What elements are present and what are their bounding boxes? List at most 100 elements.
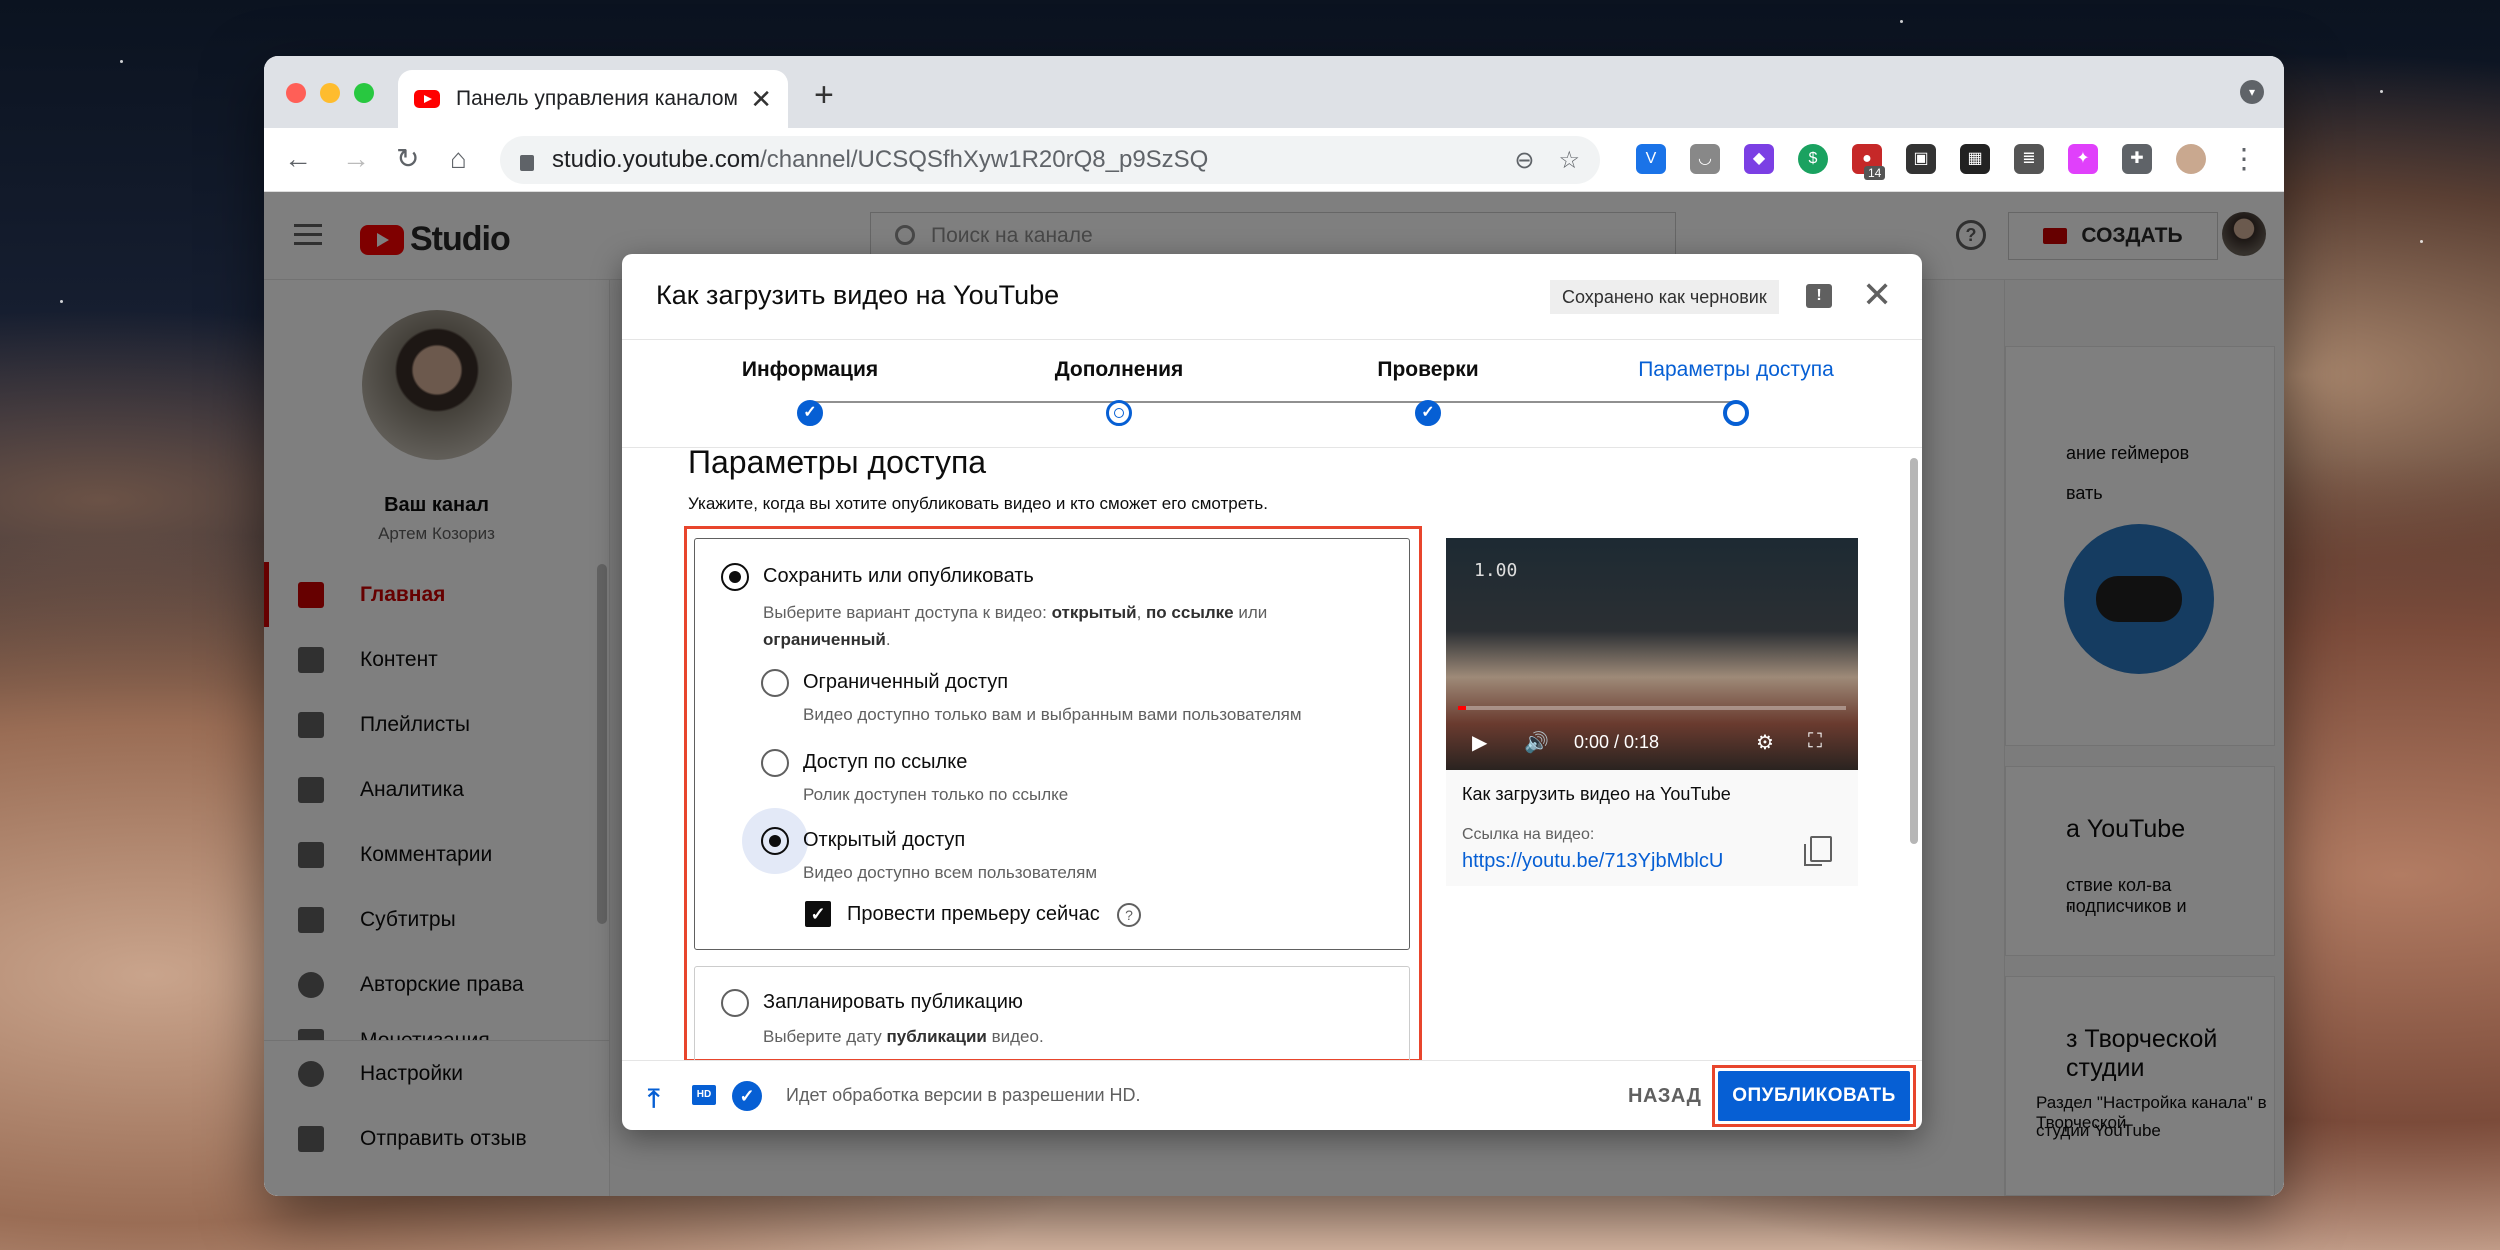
- fullscreen-icon[interactable]: ⛶: [1808, 730, 1822, 753]
- pocket-extension-icon[interactable]: ◡: [1690, 144, 1720, 174]
- step-circle-icon: [1106, 400, 1132, 426]
- save-or-publish-option[interactable]: Сохранить или опубликовать Выберите вари…: [694, 538, 1410, 950]
- close-icon[interactable]: ✕: [1862, 274, 1892, 316]
- step-label: Параметры доступа: [1638, 358, 1834, 381]
- profile-avatar[interactable]: [2176, 144, 2206, 174]
- video-link[interactable]: https://youtu.be/713YjbMblcU: [1462, 850, 1723, 873]
- save-publish-radio[interactable]: [721, 563, 749, 591]
- video-link-label: Ссылка на видео:: [1462, 826, 1595, 843]
- option-label: Сохранить или опубликовать: [763, 565, 1034, 587]
- bookmark-star-icon[interactable]: ☆: [1558, 146, 1580, 175]
- feedback-icon[interactable]: !: [1806, 284, 1832, 308]
- unlisted-label: Доступ по ссылке: [803, 751, 968, 773]
- tab-bar: Панель управления каналом ✕ + ▾: [264, 56, 2284, 128]
- check-icon: ✓: [732, 1081, 762, 1111]
- schedule-description: Выберите дату публикации видео.: [763, 1027, 1044, 1046]
- navigation-bar: ← → ↻ ⌂ studio.youtube.com/channel/UCSQS…: [264, 128, 2284, 192]
- extension-icon[interactable]: ▦: [1960, 144, 1990, 174]
- step-label: Проверки: [1377, 358, 1479, 381]
- processing-status: Идет обработка версии в разрешении HD.: [786, 1085, 1141, 1105]
- schedule-option[interactable]: Запланировать публикацию Выберите дату п…: [694, 966, 1410, 1060]
- star: [120, 60, 123, 63]
- settings-gear-icon[interactable]: ⚙: [1756, 730, 1774, 755]
- extension-icon[interactable]: $: [1798, 144, 1828, 174]
- url-text: studio.youtube.com/channel/UCSQSfhXyw1R2…: [552, 146, 1209, 173]
- dialog-title: Как загрузить видео на YouTube: [656, 280, 1060, 310]
- video-player[interactable]: 1.00 ▶ 🔊 0:00 / 0:18 ⚙ ⛶: [1446, 538, 1858, 770]
- private-label: Ограниченный доступ: [803, 671, 1009, 693]
- upload-dialog: Как загрузить видео на YouTube Сохранено…: [622, 254, 1922, 1130]
- new-tab-button[interactable]: +: [814, 76, 834, 115]
- premiere-checkbox[interactable]: ✓: [805, 901, 831, 927]
- extensions-puzzle-icon[interactable]: ✚: [2122, 144, 2152, 174]
- step-connector: [1432, 401, 1742, 403]
- video-title: Как загрузить видео на YouTube: [1462, 784, 1731, 804]
- dialog-footer: ⤒ HD ✓ Идет обработка версии в разрешени…: [622, 1060, 1922, 1130]
- section-subtitle: Укажите, когда вы хотите опубликовать ви…: [688, 494, 1268, 513]
- star: [2420, 240, 2423, 243]
- player-controls: ▶ 🔊 0:00 / 0:18 ⚙ ⛶: [1446, 724, 1858, 764]
- dialog-header: Как загрузить видео на YouTube Сохранено…: [622, 254, 1922, 340]
- premiere-label: Провести премьеру сейчас: [847, 903, 1100, 925]
- unlisted-radio[interactable]: [761, 749, 789, 777]
- video-overlay-time: 1.00: [1474, 560, 1518, 581]
- extension-icon[interactable]: ✦: [2068, 144, 2098, 174]
- star: [60, 300, 63, 303]
- video-preview-card: 1.00 ▶ 🔊 0:00 / 0:18 ⚙ ⛶ Как загрузить в…: [1446, 538, 1858, 886]
- star: [2380, 90, 2383, 93]
- option-description: Выберите вариант доступа к видео: открыт…: [763, 603, 1268, 649]
- minimize-window-button[interactable]: [320, 83, 340, 103]
- address-bar[interactable]: studio.youtube.com/channel/UCSQSfhXyw1R2…: [500, 136, 1600, 184]
- volume-icon[interactable]: 🔊: [1524, 730, 1549, 755]
- step-details[interactable]: Информация ✓: [660, 358, 960, 426]
- private-radio[interactable]: [761, 669, 789, 697]
- browser-menu-icon[interactable]: ⋮: [2230, 142, 2258, 176]
- public-radio[interactable]: [761, 827, 789, 855]
- step-elements[interactable]: Дополнения: [969, 358, 1269, 426]
- home-icon[interactable]: ⌂: [450, 142, 467, 176]
- reader-icon[interactable]: ≣: [2014, 144, 2044, 174]
- schedule-label: Запланировать публикацию: [763, 991, 1023, 1013]
- check-icon: ✓: [797, 400, 823, 426]
- maximize-window-button[interactable]: [354, 83, 374, 103]
- step-circle-icon: [1723, 400, 1749, 426]
- help-icon[interactable]: ?: [1117, 903, 1141, 927]
- play-icon[interactable]: ▶: [1472, 730, 1487, 755]
- browser-window: Панель управления каналом ✕ + ▾ ← → ↻ ⌂ …: [264, 56, 2284, 1196]
- copy-icon[interactable]: [1804, 836, 1832, 866]
- lock-icon: [520, 155, 534, 171]
- step-checks[interactable]: Проверки ✓: [1278, 358, 1578, 426]
- upload-icon: ⤒: [648, 1083, 660, 1113]
- extension-icon[interactable]: V: [1636, 144, 1666, 174]
- private-description: Видео доступно только вам и выбранным ва…: [803, 705, 1302, 724]
- picture-in-picture-icon[interactable]: ▣: [1906, 144, 1936, 174]
- step-label: Информация: [741, 358, 879, 381]
- schedule-radio[interactable]: [721, 989, 749, 1017]
- extension-icon[interactable]: ◆: [1744, 144, 1774, 174]
- publish-button[interactable]: ОПУБЛИКОВАТЬ: [1718, 1071, 1910, 1121]
- tab-search-icon[interactable]: ▾: [2240, 80, 2264, 104]
- tab-title: Панель управления каналом: [456, 87, 738, 110]
- draft-status-badge: Сохранено как черновик: [1550, 280, 1779, 314]
- back-button[interactable]: НАЗАД: [1628, 1085, 1701, 1108]
- unlisted-description: Ролик доступен только по ссылке: [803, 785, 1069, 804]
- video-progress-bar[interactable]: [1458, 706, 1846, 710]
- extension-badge: 14: [1864, 166, 1886, 180]
- dialog-body: Параметры доступа Укажите, когда вы хоти…: [622, 448, 1922, 1060]
- check-icon: ✓: [1415, 400, 1441, 426]
- close-window-button[interactable]: [286, 83, 306, 103]
- youtube-favicon-icon: [414, 90, 440, 108]
- browser-tab[interactable]: Панель управления каналом ✕: [398, 70, 788, 128]
- dialog-scrollbar[interactable]: [1910, 458, 1918, 844]
- zoom-icon[interactable]: ⊖: [1514, 146, 1534, 175]
- step-visibility[interactable]: Параметры доступа: [1586, 358, 1886, 426]
- back-icon[interactable]: ←: [284, 142, 312, 176]
- reload-icon[interactable]: ↻: [396, 142, 419, 176]
- hd-icon: HD: [692, 1085, 716, 1105]
- step-connector: [810, 401, 1120, 403]
- step-label: Дополнения: [1054, 358, 1184, 381]
- tab-close-icon[interactable]: ✕: [750, 84, 772, 115]
- forward-icon[interactable]: →: [342, 142, 370, 176]
- time-display: 0:00 / 0:18: [1574, 732, 1660, 752]
- step-connector: [1122, 401, 1430, 403]
